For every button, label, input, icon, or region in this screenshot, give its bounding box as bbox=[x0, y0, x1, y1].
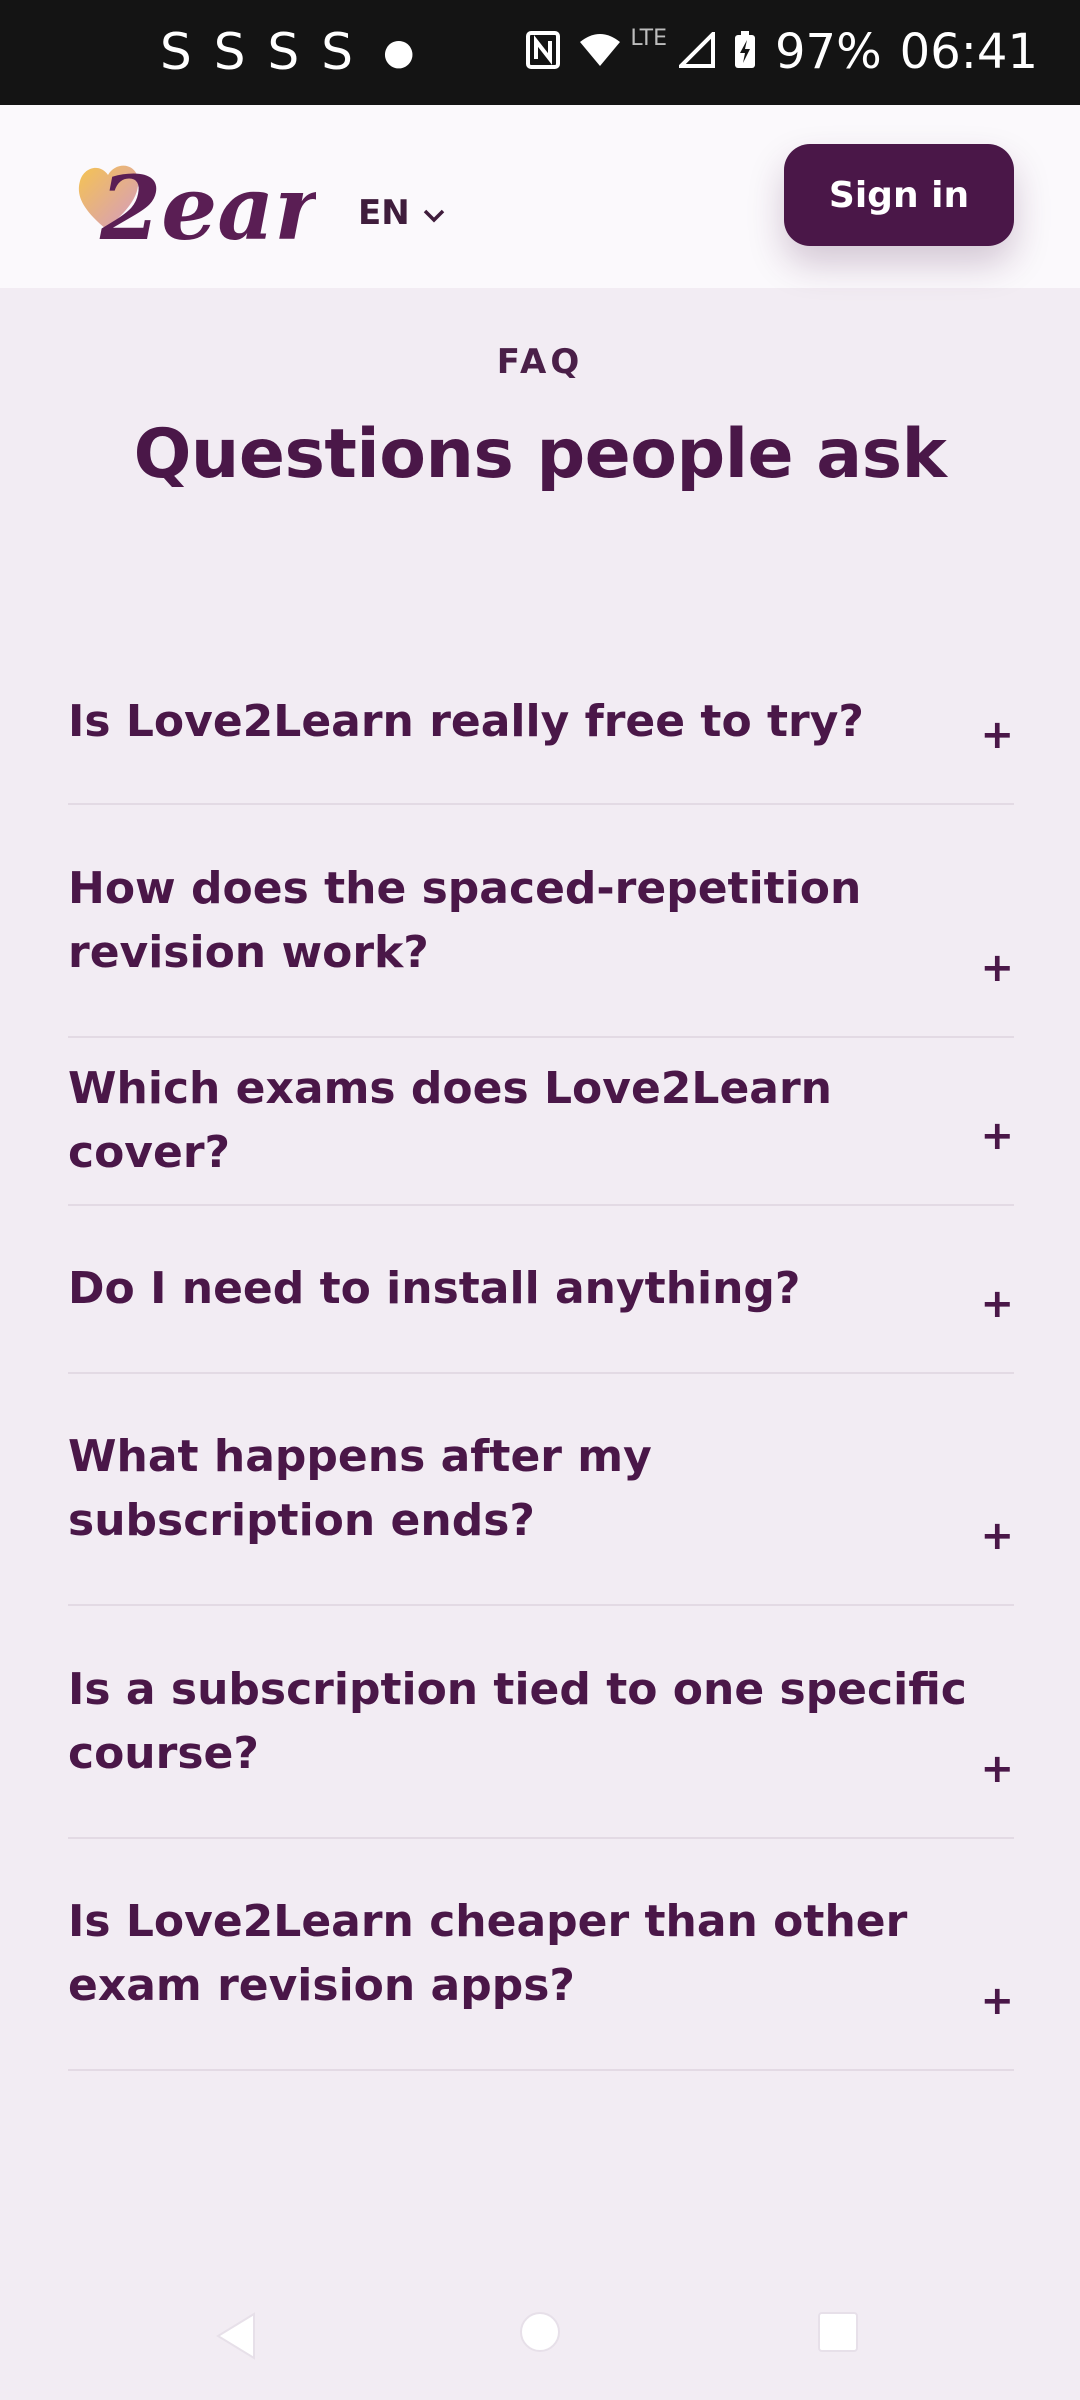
notification-s-icon: S bbox=[160, 23, 192, 81]
network-type: LTE bbox=[630, 25, 667, 51]
faq-eyebrow: FAQ bbox=[496, 342, 584, 382]
faq-item[interactable]: Is a subscription tied to one specific c… bbox=[68, 1606, 1014, 1839]
recents-icon[interactable] bbox=[816, 2310, 860, 2358]
faq-question: Do I need to install anything? bbox=[68, 1263, 801, 1314]
page-title: Questions people ask bbox=[133, 415, 947, 494]
notification-s-icon: S bbox=[213, 23, 246, 81]
system-nav-bar bbox=[0, 2280, 1080, 2400]
svg-text:2earn: 2earn bbox=[99, 156, 316, 251]
faq-item[interactable]: Do I need to install anything? + bbox=[68, 1206, 1014, 1374]
faq-question: How does the spaced-repetition revision … bbox=[68, 862, 862, 978]
faq-question: Is Love2Learn cheaper than other exam re… bbox=[68, 1896, 908, 2011]
home-icon[interactable] bbox=[518, 2310, 562, 2358]
notification-icons: S S S S ● bbox=[160, 22, 414, 82]
language-code: EN bbox=[358, 193, 410, 233]
faq-item[interactable]: How does the spaced-repetition revision … bbox=[68, 805, 1014, 1038]
faq-question: Is Love2Learn really free to try? bbox=[68, 695, 864, 747]
faq-question: Is a subscription tied to one specific c… bbox=[68, 1663, 967, 1779]
expand-plus-icon[interactable]: + bbox=[980, 1981, 1014, 2021]
language-selector[interactable]: EN bbox=[358, 193, 446, 233]
battery-level: 97% bbox=[774, 24, 882, 80]
nfc-icon bbox=[526, 31, 561, 73]
wifi-icon bbox=[578, 32, 622, 72]
clock: 06:41 bbox=[899, 24, 1038, 80]
faq-question: Which exams does Love2Learn cover? bbox=[68, 1063, 833, 1178]
app-header: 2earn EN Sign in bbox=[0, 105, 1080, 288]
more-notifications-dot-icon: ● bbox=[383, 31, 415, 73]
notification-s-icon: S bbox=[321, 23, 353, 81]
battery-charging-icon bbox=[733, 30, 757, 74]
expand-plus-icon[interactable]: + bbox=[980, 1516, 1014, 1556]
chevron-down-icon bbox=[422, 193, 446, 233]
back-icon[interactable] bbox=[214, 2310, 258, 2366]
status-bar: S S S S ● LTE 97% 06:41 bbox=[0, 0, 1080, 105]
faq-item[interactable]: Is Love2Learn cheaper than other exam re… bbox=[68, 1839, 1014, 2071]
expand-plus-icon[interactable]: + bbox=[980, 1749, 1014, 1789]
expand-plus-icon[interactable]: + bbox=[980, 715, 1014, 755]
sign-in-button[interactable]: Sign in bbox=[784, 144, 1014, 246]
faq-item[interactable]: Is Love2Learn really free to try? + bbox=[68, 640, 1014, 805]
expand-plus-icon[interactable]: + bbox=[980, 1116, 1014, 1156]
notification-s-icon: S bbox=[267, 23, 300, 81]
love2learn-logo[interactable]: 2earn bbox=[76, 151, 385, 260]
faq-item[interactable]: What happens after my subscription ends?… bbox=[68, 1374, 1014, 1606]
expand-plus-icon[interactable]: + bbox=[980, 948, 1014, 988]
expand-plus-icon[interactable]: + bbox=[980, 1284, 1014, 1324]
faq-question: What happens after my subscription ends? bbox=[68, 1431, 652, 1546]
faq-item[interactable]: Which exams does Love2Learn cover? + bbox=[68, 1038, 1014, 1206]
faq-list: Is Love2Learn really free to try? + How … bbox=[68, 640, 1014, 2071]
signal-icon bbox=[676, 29, 715, 72]
